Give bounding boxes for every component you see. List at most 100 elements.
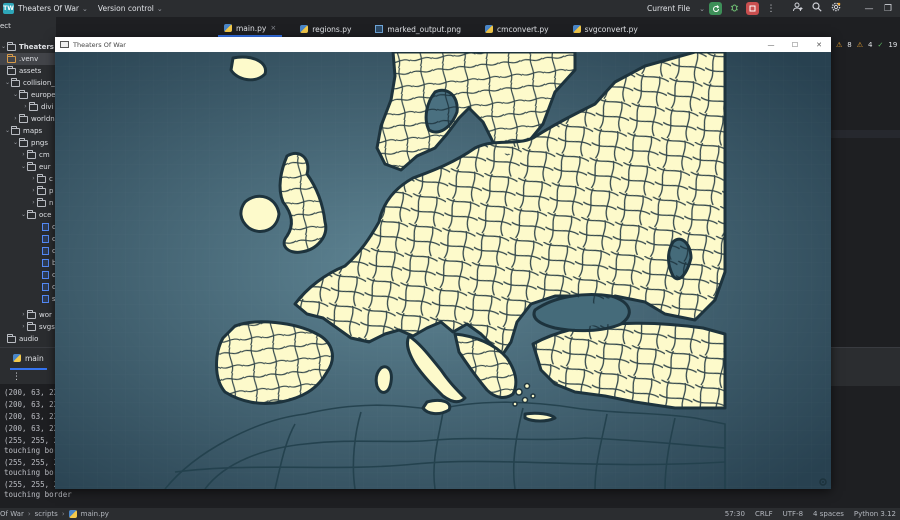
project-tool-window: ect ⌄ Theaters Of War .venv assets ⌄ col…: [0, 17, 56, 347]
map-canvas[interactable]: [55, 52, 831, 489]
tree-item-svgs[interactable]: › svgs: [20, 321, 55, 333]
python-interpreter[interactable]: Python 3.12: [854, 510, 896, 518]
more-actions-button[interactable]: ⋮: [764, 4, 778, 14]
chevron-right-icon[interactable]: ›: [30, 185, 37, 197]
tree-item-cm[interactable]: › cm: [20, 149, 50, 161]
file-encoding[interactable]: UTF-8: [783, 510, 803, 518]
chevron-right-icon[interactable]: ›: [30, 173, 37, 185]
folder-icon: [7, 53, 16, 63]
line-separator[interactable]: CRLF: [755, 510, 773, 518]
tree-item-file[interactable]: c: [42, 245, 56, 257]
tree-item-label: oce: [39, 211, 52, 219]
project-name[interactable]: Theaters Of War: [18, 4, 79, 13]
tree-item-label: maps: [23, 127, 43, 135]
window-minimize-button[interactable]: —: [862, 4, 876, 14]
tree-item-project-root[interactable]: ⌄ Theaters Of War: [0, 41, 56, 53]
tree-item-file[interactable]: c: [42, 281, 56, 293]
chevron-down-icon[interactable]: ⌄: [4, 77, 11, 89]
restore-icon: ❐: [883, 3, 893, 14]
breadcrumb-file[interactable]: main.py: [81, 510, 109, 518]
tree-item-label: cm: [39, 151, 50, 159]
inspections-widget[interactable]: ⚠ 8 ⚠ 4 ✓ 19: [836, 41, 897, 49]
chevron-right-icon[interactable]: ›: [30, 197, 37, 209]
folder-icon: [27, 149, 36, 159]
tree-item-file[interactable]: c: [42, 269, 56, 281]
chevron-down-icon[interactable]: ⌄: [0, 41, 7, 53]
tree-item-divi[interactable]: › divi: [22, 101, 53, 113]
tree-item-assets[interactable]: assets: [0, 65, 41, 77]
chevron-down-icon[interactable]: ⌄: [20, 161, 27, 173]
tree-item-file[interactable]: c: [42, 233, 56, 245]
run-configuration-selector[interactable]: Current File: [647, 4, 690, 13]
chevron-right-icon[interactable]: ›: [20, 309, 27, 321]
tree-item-worldn[interactable]: › worldn: [12, 113, 55, 125]
tree-item-file[interactable]: c: [42, 221, 56, 233]
folder-icon: [27, 209, 36, 219]
close-button[interactable]: ✕: [807, 37, 831, 52]
minimize-icon: —: [864, 3, 874, 14]
tree-item-audio[interactable]: audio: [0, 333, 38, 345]
settings-button[interactable]: [829, 2, 843, 15]
console-line: (255, 255, 25: [4, 436, 63, 445]
tree-item-maps[interactable]: ⌄ maps: [4, 125, 42, 137]
chevron-down-icon[interactable]: ⌄: [12, 89, 19, 101]
europe-map[interactable]: [55, 52, 831, 489]
chevron-down-icon[interactable]: ⌄: [20, 209, 27, 221]
tree-item-venv[interactable]: .venv: [0, 53, 56, 65]
tab-marked-output-png[interactable]: marked_output.png: [369, 21, 467, 37]
tree-item-sub-p[interactable]: › p: [30, 185, 53, 197]
tree-item-label: divi: [41, 103, 54, 111]
tree-item-label: p: [49, 187, 54, 195]
tree-item-europe[interactable]: ⌄ europe: [12, 89, 56, 101]
stop-button[interactable]: [746, 2, 759, 15]
tree-item-file[interactable]: s: [42, 293, 56, 305]
window-restore-button[interactable]: ❐: [881, 4, 895, 14]
more-vertical-icon[interactable]: ⋮: [12, 372, 21, 382]
tree-item-collision[interactable]: ⌄ collision_r: [4, 77, 56, 89]
close-icon[interactable]: ×: [270, 24, 276, 32]
tree-item-file[interactable]: b: [42, 257, 56, 269]
search-everywhere-button[interactable]: [810, 2, 824, 15]
game-window: Theaters Of War — ☐ ✕: [55, 37, 831, 489]
run-panel-band: [830, 360, 900, 372]
tree-item-wor[interactable]: › wor: [20, 309, 52, 321]
minimize-button[interactable]: —: [759, 37, 783, 52]
tab-svgconvert-py[interactable]: svgconvert.py: [567, 21, 644, 37]
tree-item-sub-n[interactable]: › n: [30, 197, 53, 209]
chevron-right-icon[interactable]: ›: [20, 321, 27, 333]
close-icon: ✕: [816, 40, 822, 49]
chevron-down-icon[interactable]: ⌄: [157, 5, 163, 13]
chevron-right-icon[interactable]: ›: [20, 149, 27, 161]
tree-item-eur[interactable]: ⌄ eur: [20, 161, 51, 173]
folder-icon: [27, 309, 36, 319]
maximize-button[interactable]: ☐: [783, 37, 807, 52]
tab-cmconvert-py[interactable]: cmconvert.py: [479, 21, 555, 37]
console-line: touching bord: [4, 468, 63, 477]
tab-label: cmconvert.py: [497, 24, 549, 34]
cursor-position[interactable]: 57:30: [725, 510, 745, 518]
code-with-me-button[interactable]: [791, 2, 805, 15]
project-badge[interactable]: TW: [3, 3, 14, 14]
vcs-widget[interactable]: Version control: [98, 4, 154, 13]
status-bar: Of War › scripts › main.py 57:30 CRLF UT…: [0, 508, 900, 520]
tab-main-py[interactable]: main.py ×: [218, 21, 283, 37]
chevron-down-icon[interactable]: ⌄: [82, 5, 88, 13]
rerun-button[interactable]: [709, 2, 722, 15]
tab-regions-py[interactable]: regions.py: [294, 21, 357, 37]
game-window-titlebar[interactable]: Theaters Of War — ☐ ✕: [55, 37, 831, 52]
chevron-down-icon[interactable]: ⌄: [12, 137, 19, 149]
tree-item-pngs[interactable]: ⌄ pngs: [12, 137, 48, 149]
chevron-down-icon[interactable]: ⌄: [699, 5, 705, 13]
chevron-down-icon[interactable]: ⌄: [4, 125, 11, 137]
breadcrumb-scripts[interactable]: scripts: [35, 510, 58, 518]
breadcrumb-project[interactable]: Of War: [0, 510, 24, 518]
tree-item-label: audio: [19, 335, 39, 343]
debug-button[interactable]: [727, 3, 741, 15]
indent-setting[interactable]: 4 spaces: [813, 510, 844, 518]
chevron-right-icon[interactable]: ›: [12, 113, 19, 125]
run-tab-main[interactable]: main: [10, 348, 47, 370]
tree-item-label: collision_r: [23, 79, 56, 87]
chevron-right-icon[interactable]: ›: [22, 101, 29, 113]
tree-item-sub-c[interactable]: › c: [30, 173, 53, 185]
tree-item-oce[interactable]: ⌄ oce: [20, 209, 51, 221]
